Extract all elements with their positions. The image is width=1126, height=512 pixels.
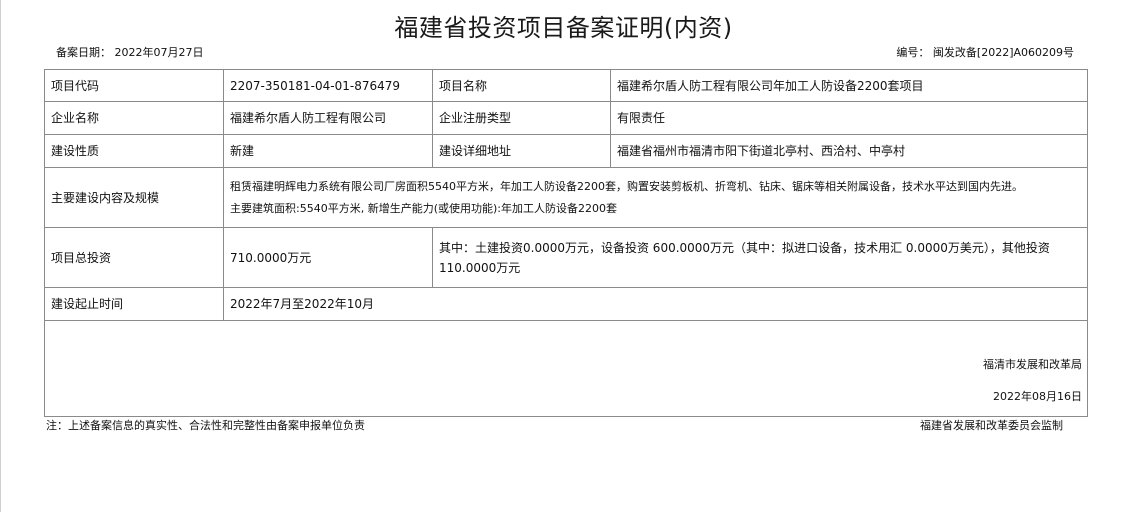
project-name-label: 项目名称 [432, 69, 611, 102]
table-row: 主要建设内容及规模 租赁福建明辉电力系统有限公司厂房面积5540平方米，年加工人… [44, 167, 1088, 228]
signature-cell: 福清市发展和改革局 2022年08月16日 [44, 320, 1088, 417]
table-row: 项目代码 2207-350181-04-01-876479 项目名称 福建希尔盾… [44, 69, 1088, 102]
filing-date-value: 2022年07月27日 [114, 46, 204, 59]
investment-detail-line-1: 其中：土建投资0.0000万元，设备投资 600.0000万元（其中：拟进口设备… [439, 240, 1050, 255]
document-number: 编号： 闽发改备[2022]A060209号 [896, 44, 1074, 60]
filing-table: 项目代码 2207-350181-04-01-876479 项目名称 福建希尔盾… [44, 69, 1088, 417]
table-row: 企业名称 福建希尔盾人防工程有限公司 企业注册类型 有限责任 [44, 101, 1088, 135]
address-value: 福建省福州市福清市阳下街道北亭村、西洽村、中亭村 [610, 134, 1088, 168]
total-investment-label: 项目总投资 [44, 227, 224, 288]
scope-line-1: 租赁福建明辉电力系统有限公司厂房面积5540平方米，年加工人防设备2200套，购… [230, 179, 1023, 193]
company-type-label: 企业注册类型 [432, 101, 611, 135]
footer-note: 注：上述备案信息的真实性、合法性和完整性由备案申报单位负责 [46, 419, 365, 432]
address-label: 建设详细地址 [432, 134, 611, 168]
table-row: 建设起止时间 2022年7月至2022年10月 [44, 287, 1088, 321]
investment-detail-line-2: 110.0000万元 [439, 260, 521, 275]
filing-date-label: 备案日期： [56, 46, 111, 59]
investment-detail: 其中：土建投资0.0000万元，设备投资 600.0000万元（其中：拟进口设备… [432, 227, 1088, 288]
footer-supervisor: 福建省发展和改革委员会监制 [920, 419, 1063, 432]
company-name-value: 福建希尔盾人防工程有限公司 [223, 101, 433, 135]
period-label: 建设起止时间 [44, 287, 224, 321]
document-title: 福建省投资项目备案证明(内资) [394, 14, 733, 42]
project-code-label: 项目代码 [44, 69, 224, 102]
scope-label: 主要建设内容及规模 [44, 167, 224, 228]
scope-value: 租赁福建明辉电力系统有限公司厂房面积5540平方米，年加工人防设备2200套，购… [223, 167, 1088, 228]
company-name-label: 企业名称 [44, 101, 224, 135]
scope-line-2: 主要建筑面积:5540平方米, 新增生产能力(或使用功能):年加工人防设备220… [230, 201, 617, 215]
document-number-value: 闽发改备[2022]A060209号 [932, 46, 1074, 59]
company-type-value: 有限责任 [610, 101, 1088, 135]
filing-date: 备案日期： 2022年07月27日 [56, 44, 204, 60]
project-name-value: 福建希尔盾人防工程有限公司年加工人防设备2200套项目 [610, 69, 1088, 102]
certificate-page: 福建省投资项目备案证明(内资) 备案日期： 2022年07月27日 编号： 闽发… [0, 0, 1126, 512]
period-value: 2022年7月至2022年10月 [223, 287, 1088, 321]
document-number-label: 编号： [896, 46, 930, 59]
table-row: 项目总投资 710.0000万元 其中：土建投资0.0000万元，设备投资 60… [44, 227, 1088, 288]
issue-date: 2022年08月16日 [993, 390, 1082, 403]
issuer-name: 福清市发展和改革局 [983, 358, 1082, 371]
nature-value: 新建 [223, 134, 433, 168]
total-investment-value: 710.0000万元 [223, 227, 433, 288]
project-code-value: 2207-350181-04-01-876479 [223, 69, 433, 102]
table-row: 福清市发展和改革局 2022年08月16日 [44, 320, 1088, 417]
nature-label: 建设性质 [44, 134, 224, 168]
table-row: 建设性质 新建 建设详细地址 福建省福州市福清市阳下街道北亭村、西洽村、中亭村 [44, 134, 1088, 168]
